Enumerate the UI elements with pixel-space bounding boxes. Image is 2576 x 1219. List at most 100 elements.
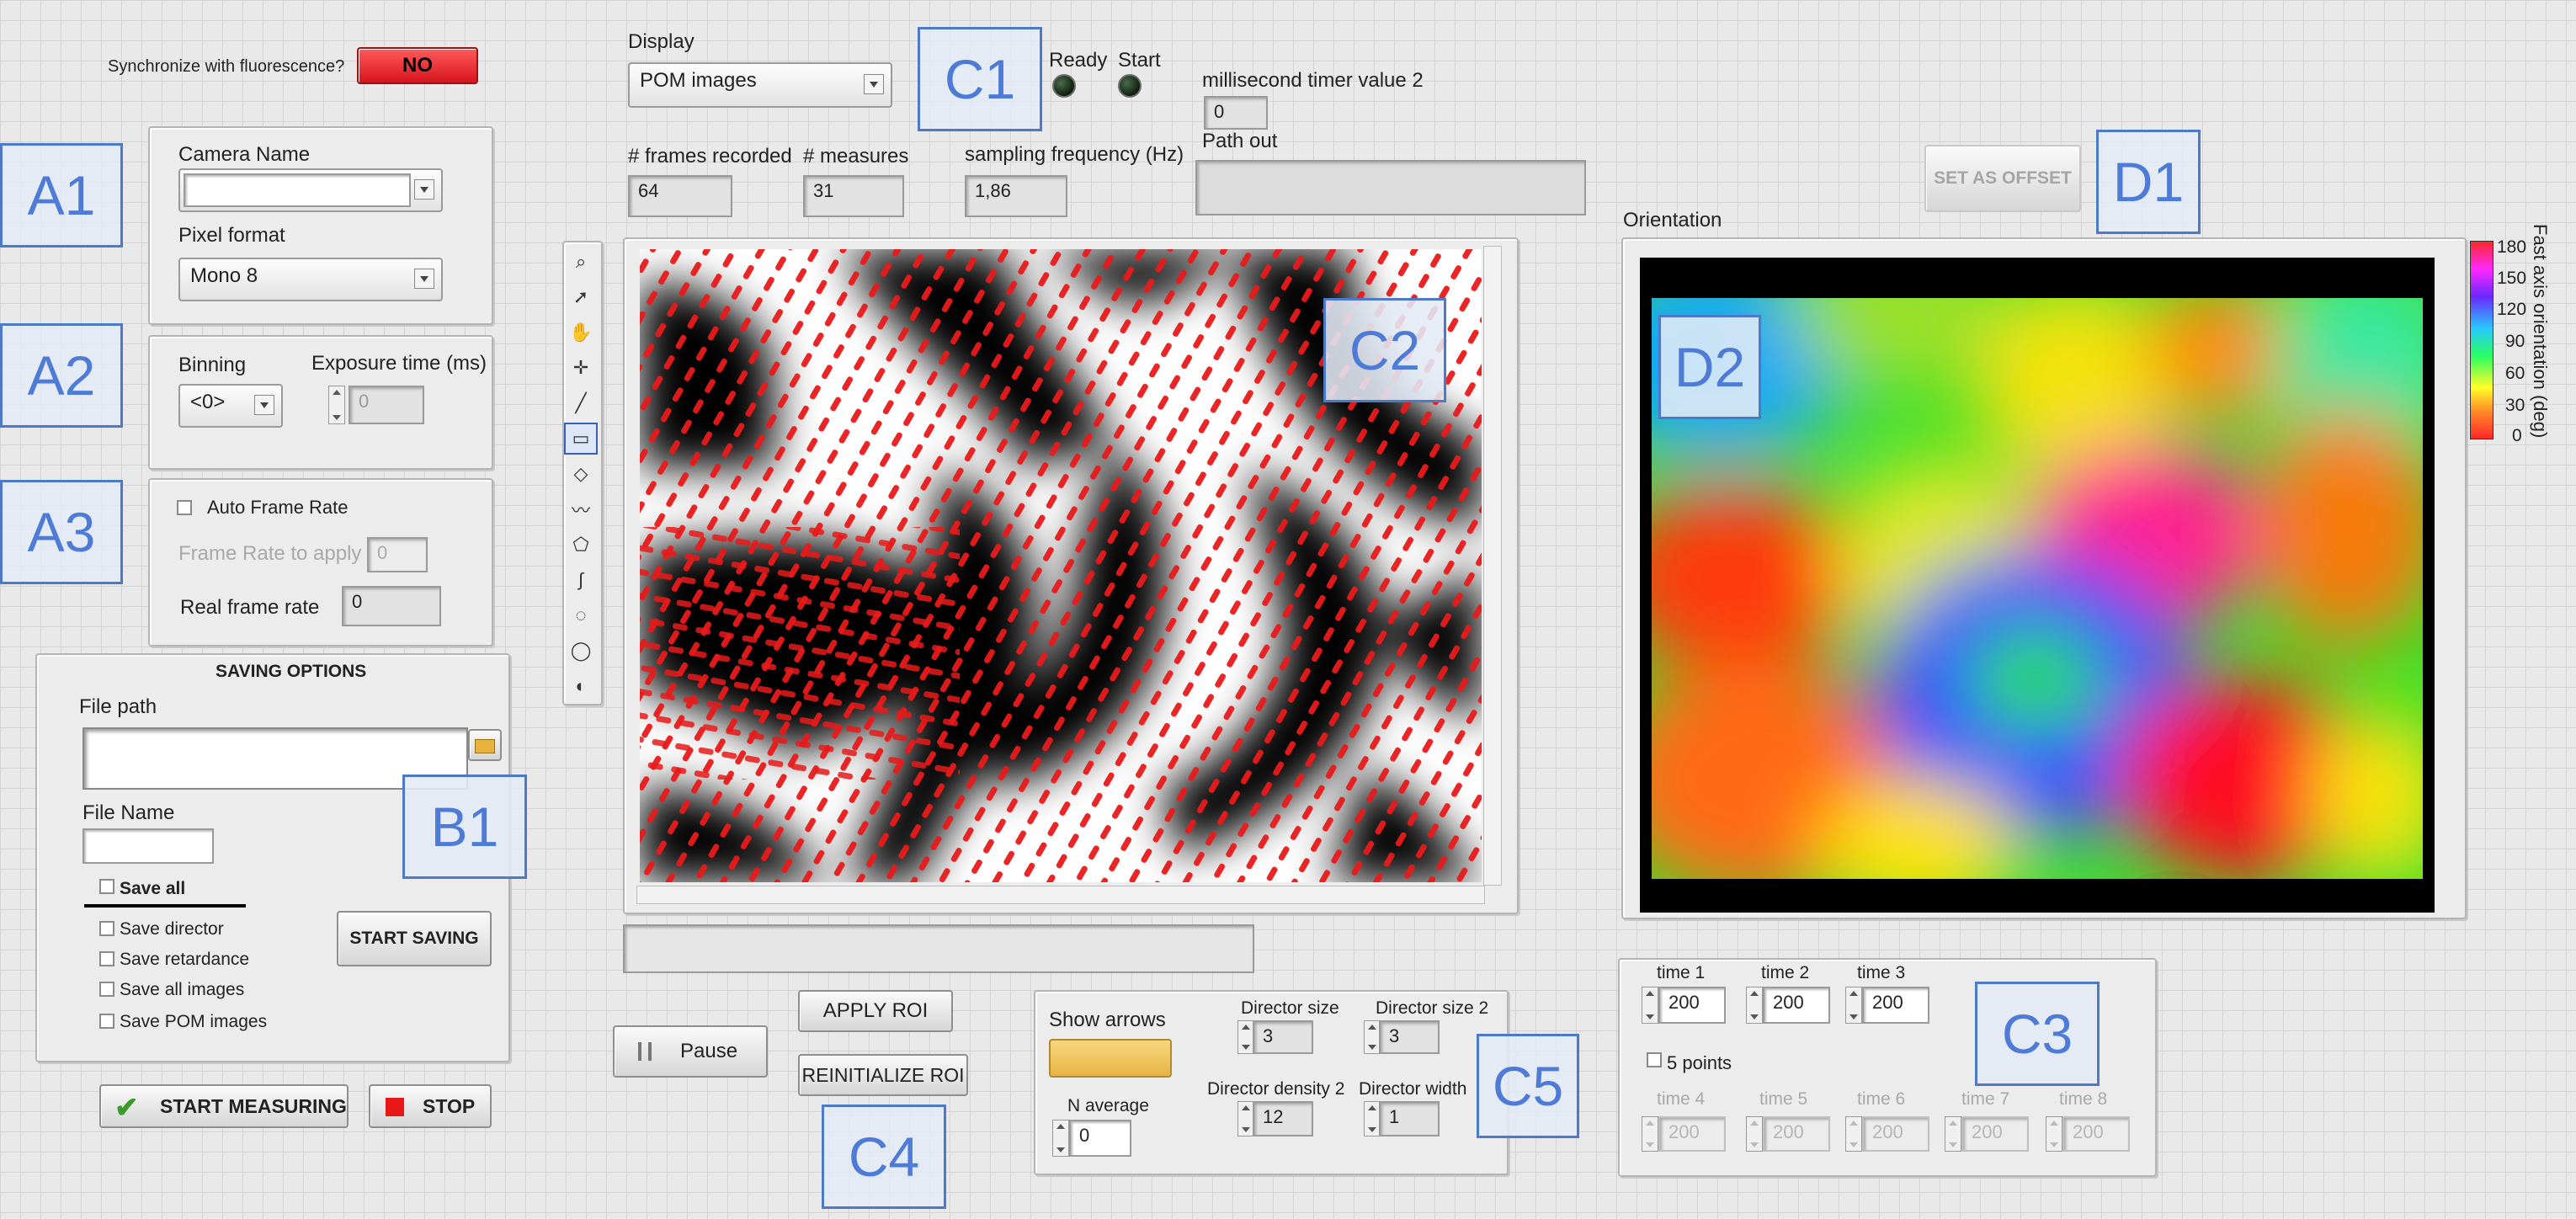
reinitialize-roi-button[interactable]: REINITIALIZE ROI [798,1054,968,1096]
measures-label: # measures [803,145,909,168]
time3-stepper[interactable] [1845,987,1862,1024]
save-retardance-checkbox[interactable] [99,951,114,966]
pointer-icon[interactable]: ➚ [564,281,598,313]
time5-stepper[interactable] [1746,1116,1763,1152]
time3-field[interactable]: 200 [1862,987,1929,1024]
file-name-field[interactable] [82,828,214,864]
director-density2-stepper[interactable] [1237,1101,1254,1136]
time2-stepper[interactable] [1746,987,1763,1024]
annulus-icon[interactable]: ◐ [564,670,598,702]
save-director-checkbox[interactable] [99,921,114,936]
image-scrollbar-horizontal[interactable] [636,886,1485,904]
save-all-images-checkbox[interactable] [99,982,114,997]
chevron-down-icon[interactable] [414,179,434,200]
path-out-label: Path out [1202,130,1278,152]
start-saving-button[interactable]: START SAVING [337,911,492,966]
display-select[interactable]: POM images [628,62,892,108]
time1-field[interactable]: 200 [1658,987,1726,1024]
start-measuring-button[interactable]: ✔ START MEASURING [99,1084,349,1128]
rotated-rect-icon[interactable]: ◇ [564,458,598,490]
sampling-field: 1,86 [965,175,1067,217]
chevron-down-icon[interactable] [254,395,274,415]
stop-square-icon [386,1098,404,1116]
auto-frame-rate-label: Auto Frame Rate [207,497,349,518]
time5-field[interactable]: 200 [1763,1116,1830,1152]
stop-button[interactable]: STOP [369,1084,492,1128]
freehand-line-icon[interactable]: ∫ [564,564,598,596]
director-size-stepper[interactable] [1237,1020,1254,1054]
line-tool-icon[interactable]: ╱ [564,387,598,419]
director-width-stepper[interactable] [1364,1101,1381,1136]
time6-field[interactable]: 200 [1862,1116,1929,1152]
show-arrows-toggle[interactable] [1049,1039,1172,1078]
time7-field[interactable]: 200 [1961,1116,2029,1152]
frames-label: # frames recorded [628,145,792,168]
n-average-field[interactable]: 0 [1069,1120,1131,1157]
save-all-images-label: Save all images [120,980,245,999]
annotation-tag-d1: D1 [2096,130,2201,234]
save-retardance-label: Save retardance [120,950,250,969]
binning-value: <0> [190,391,226,413]
set-as-offset-button[interactable]: SET AS OFFSET [1924,145,2081,212]
time8-field[interactable]: 200 [2062,1116,2130,1152]
browse-folder-button[interactable] [468,729,502,761]
camera-name-field [184,173,411,207]
annotation-tag-c3: C3 [1975,982,2100,1086]
real-frame-rate-label: Real frame rate [180,596,320,619]
time7-label: time 7 [1961,1089,2010,1109]
n-average-stepper[interactable] [1052,1120,1069,1157]
image-scrollbar-vertical[interactable] [1483,246,1502,886]
pixel-format-select[interactable]: Mono 8 [178,258,443,301]
save-all-checkbox[interactable] [99,879,114,894]
time8-stepper[interactable] [2046,1116,2062,1152]
save-all-label: Save all [120,879,186,898]
time3-label: time 3 [1857,963,1906,982]
save-pom-images-checkbox[interactable] [99,1014,114,1029]
time4-field[interactable]: 200 [1658,1116,1726,1152]
time4-label: time 4 [1657,1089,1706,1109]
frame-rate-apply-field[interactable]: 0 [367,537,428,572]
divider [84,904,246,908]
oval-icon[interactable]: ◯ [564,635,598,667]
start-label: Start [1118,49,1161,72]
director-size2-field[interactable]: 3 [1379,1020,1440,1054]
exposure-field[interactable]: 0 [349,386,424,424]
display-label: Display [628,30,695,53]
camera-name-select[interactable] [178,168,443,212]
chevron-down-icon[interactable] [864,74,884,94]
timer-label: millisecond timer value 2 [1202,69,1424,92]
time1-stepper[interactable] [1642,987,1658,1024]
freehand-region-icon[interactable]: ◌ [564,599,598,631]
crosshair-icon[interactable]: ✛ [564,352,598,384]
time6-stepper[interactable] [1845,1116,1862,1152]
file-path-label: File path [79,695,157,718]
director-density2-field[interactable]: 12 [1253,1101,1313,1136]
director-width-field[interactable]: 1 [1379,1101,1440,1136]
rectangle-tool-icon[interactable]: ▭ [564,423,598,455]
polyline-icon[interactable]: 〰 [564,493,598,525]
five-points-checkbox[interactable] [1647,1052,1662,1067]
tool-palette: ⌕ ➚ ✋ ✛ ╱ ▭ ◇ 〰 ⬠ ∫ ◌ ◯ ◐ [562,241,603,705]
time2-field[interactable]: 200 [1763,987,1830,1024]
display-value: POM images [640,69,757,92]
time7-stepper[interactable] [1945,1116,1961,1152]
chevron-down-icon[interactable] [414,269,434,289]
ready-label: Ready [1049,49,1108,72]
sync-toggle-button[interactable]: NO [357,47,478,84]
colorbar [2470,241,2494,439]
polygon-icon[interactable]: ⬠ [564,529,598,561]
annotation-tag-c4: C4 [822,1105,946,1209]
binning-select[interactable]: <0> [178,384,283,428]
director-size-field[interactable]: 3 [1253,1020,1313,1054]
auto-frame-rate-checkbox[interactable] [177,500,192,515]
zoom-icon[interactable]: ⌕ [564,246,598,278]
director-size2-stepper[interactable] [1364,1020,1381,1054]
apply-roi-button[interactable]: APPLY ROI [798,990,953,1032]
time4-stepper[interactable] [1642,1116,1658,1152]
exposure-stepper[interactable] [328,386,345,424]
folder-icon [475,739,495,753]
frame-rate-apply-label: Frame Rate to apply [178,542,362,565]
pan-hand-icon[interactable]: ✋ [564,317,598,349]
pause-button[interactable]: Pause [613,1025,768,1078]
annotation-tag-a3: A3 [0,480,123,584]
